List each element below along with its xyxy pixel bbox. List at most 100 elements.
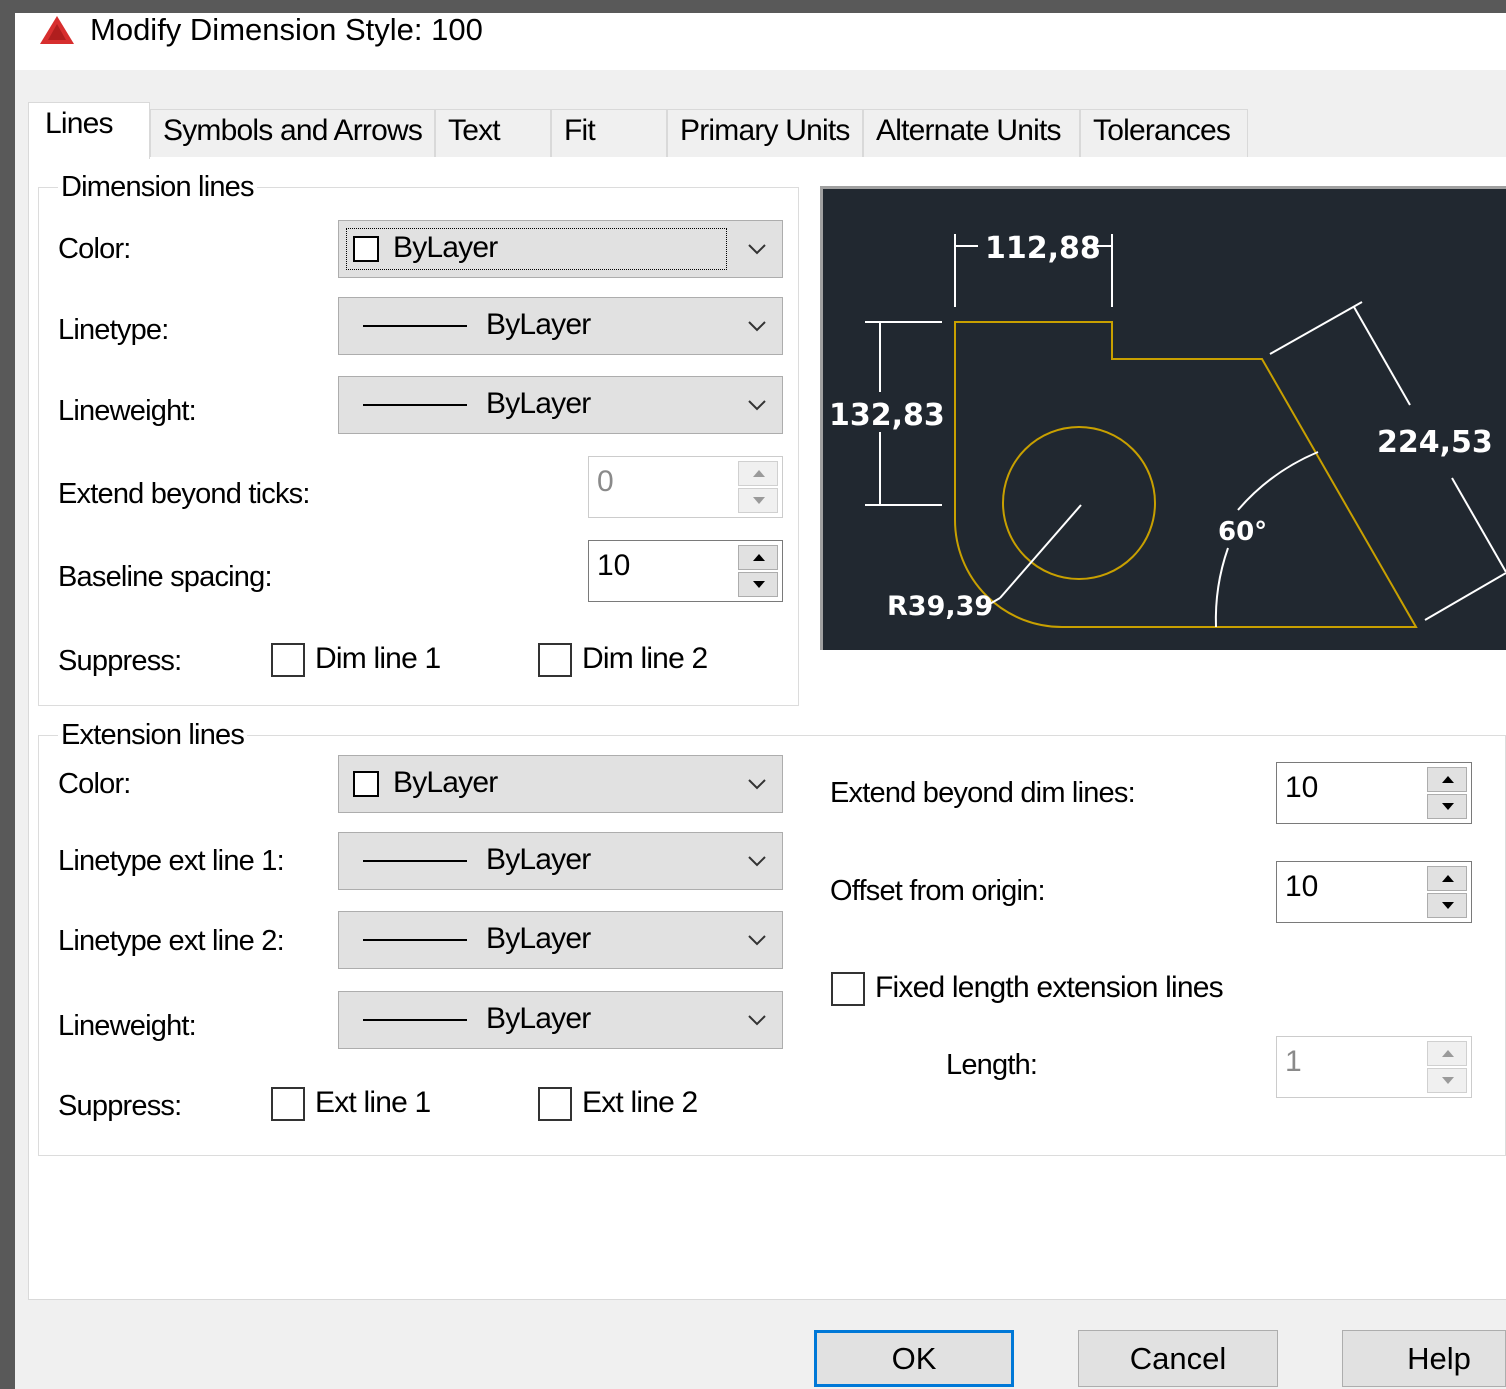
extend-beyond-dim-lines-value: 10 — [1285, 771, 1319, 804]
dim-line1-label[interactable]: Dim line 1 — [315, 642, 441, 676]
dim-text-left: 132,83 — [829, 398, 945, 433]
dim-color-label: Color: — [58, 233, 131, 265]
ext-color-value: ByLayer — [393, 766, 498, 799]
ext-line1-checkbox[interactable] — [271, 1087, 305, 1121]
chevron-down-icon — [748, 935, 766, 946]
ext-linetype1-value: ByLayer — [486, 843, 591, 876]
chevron-down-icon — [748, 321, 766, 332]
dim-line1-checkbox[interactable] — [271, 643, 305, 677]
dim-text-top: 112,88 — [985, 231, 1101, 266]
spin-down-button[interactable] — [738, 488, 778, 513]
length-value: 1 — [1285, 1045, 1302, 1078]
arrow-down-icon — [1442, 902, 1454, 909]
chevron-down-icon — [748, 1015, 766, 1026]
dim-lineweight-dropdown[interactable]: ByLayer — [338, 376, 783, 434]
ext-line2-checkbox[interactable] — [538, 1087, 572, 1121]
autocad-logo-icon — [40, 16, 74, 44]
chevron-down-icon — [748, 400, 766, 411]
extend-beyond-dim-lines-spinner[interactable]: 10 — [1276, 762, 1472, 824]
tab-text[interactable]: Text — [435, 109, 551, 157]
offset-from-origin-value: 10 — [1285, 870, 1319, 903]
spin-up-button[interactable] — [1427, 767, 1467, 792]
ext-lineweight-label: Lineweight: — [58, 1010, 197, 1042]
tab-alternate-units[interactable]: Alternate Units — [863, 109, 1080, 157]
tab-tolerances[interactable]: Tolerances — [1080, 109, 1248, 157]
chevron-down-icon — [748, 779, 766, 790]
extend-beyond-ticks-label: Extend beyond ticks: — [58, 478, 310, 510]
ext-color-label: Color: — [58, 768, 131, 800]
dim-lineweight-value: ByLayer — [486, 387, 591, 420]
color-swatch — [353, 771, 379, 797]
dim-color-value: ByLayer — [393, 231, 498, 264]
ext-lineweight-value: ByLayer — [486, 1002, 591, 1035]
dimension-lines-title: Dimension lines — [58, 171, 257, 204]
dim-line2-label[interactable]: Dim line 2 — [582, 642, 708, 676]
fixed-length-label[interactable]: Fixed length extension lines — [875, 971, 1224, 1005]
dim-lineweight-label: Lineweight: — [58, 395, 197, 427]
ext-lineweight-dropdown[interactable]: ByLayer — [338, 991, 783, 1049]
tab-lines[interactable]: Lines — [28, 102, 150, 159]
extend-beyond-dim-lines-label: Extend beyond dim lines: — [830, 777, 1136, 809]
ext-line1-label[interactable]: Ext line 1 — [315, 1086, 431, 1120]
linetype-sample — [363, 939, 467, 941]
dimension-preview: 112,88 132,83 224,53 60° R39,39 — [820, 186, 1506, 650]
spin-down-button[interactable] — [1427, 893, 1467, 918]
dim-text-radius: R39,39 — [887, 591, 993, 622]
arrow-down-icon — [753, 497, 765, 504]
ext-color-dropdown[interactable]: ByLayer — [338, 755, 783, 813]
arrow-up-icon — [1442, 1050, 1454, 1057]
dim-text-right: 224,53 — [1377, 425, 1493, 460]
arrow-down-icon — [753, 581, 765, 588]
ext-linetype1-label: Linetype ext line 1: — [58, 845, 285, 877]
dim-linetype-value: ByLayer — [486, 308, 591, 341]
ext-linetype2-dropdown[interactable]: ByLayer — [338, 911, 783, 969]
chevron-down-icon — [748, 244, 766, 255]
arrow-up-icon — [753, 470, 765, 477]
linetype-sample — [363, 860, 467, 862]
help-button[interactable]: Help — [1342, 1330, 1506, 1387]
dim-line2-checkbox[interactable] — [538, 643, 572, 677]
spin-up-button[interactable] — [738, 545, 778, 570]
tab-primary-units[interactable]: Primary Units — [667, 109, 863, 157]
spin-up-button[interactable] — [738, 461, 778, 486]
dim-linetype-label: Linetype: — [58, 314, 169, 346]
offset-from-origin-label: Offset from origin: — [830, 875, 1046, 907]
cancel-button[interactable]: Cancel — [1078, 1330, 1278, 1387]
baseline-spacing-spinner[interactable]: 10 — [588, 540, 783, 602]
tab-fit[interactable]: Fit — [551, 109, 667, 157]
part-hole — [1002, 426, 1156, 580]
arrow-down-icon — [1442, 1077, 1454, 1084]
linetype-sample — [363, 325, 467, 327]
chevron-down-icon — [748, 856, 766, 867]
color-swatch — [353, 236, 379, 262]
ext-line2-label[interactable]: Ext line 2 — [582, 1086, 698, 1120]
fixed-length-checkbox[interactable] — [831, 972, 865, 1006]
ok-button[interactable]: OK — [814, 1330, 1014, 1387]
length-label: Length: — [946, 1049, 1038, 1081]
spin-up-button[interactable] — [1427, 866, 1467, 891]
extend-beyond-ticks-value: 0 — [597, 465, 614, 498]
dim-linetype-dropdown[interactable]: ByLayer — [338, 297, 783, 355]
lineweight-sample — [363, 404, 467, 406]
offset-from-origin-spinner[interactable]: 10 — [1276, 861, 1472, 923]
extend-beyond-ticks-spinner[interactable]: 0 — [588, 456, 783, 518]
ext-linetype1-dropdown[interactable]: ByLayer — [338, 832, 783, 890]
length-spinner[interactable]: 1 — [1276, 1036, 1472, 1098]
tab-symbols-and-arrows[interactable]: Symbols and Arrows — [150, 109, 435, 157]
window-title: Modify Dimension Style: 100 — [90, 12, 483, 47]
spin-down-button[interactable] — [738, 572, 778, 597]
part-outline — [954, 321, 1418, 629]
arrow-down-icon — [1442, 803, 1454, 810]
spin-up-button[interactable] — [1427, 1041, 1467, 1066]
spin-down-button[interactable] — [1427, 794, 1467, 819]
arrow-up-icon — [1442, 875, 1454, 882]
spin-down-button[interactable] — [1427, 1068, 1467, 1093]
arrow-up-icon — [753, 554, 765, 561]
lineweight-sample — [363, 1019, 467, 1021]
dim-suppress-label: Suppress: — [58, 645, 182, 677]
baseline-spacing-value: 10 — [597, 549, 631, 582]
baseline-spacing-label: Baseline spacing: — [58, 561, 273, 593]
dim-color-dropdown[interactable]: ByLayer — [338, 220, 783, 278]
dim-text-angle: 60° — [1218, 517, 1267, 547]
preview-drawing: 112,88 132,83 224,53 60° R39,39 — [829, 231, 1506, 629]
